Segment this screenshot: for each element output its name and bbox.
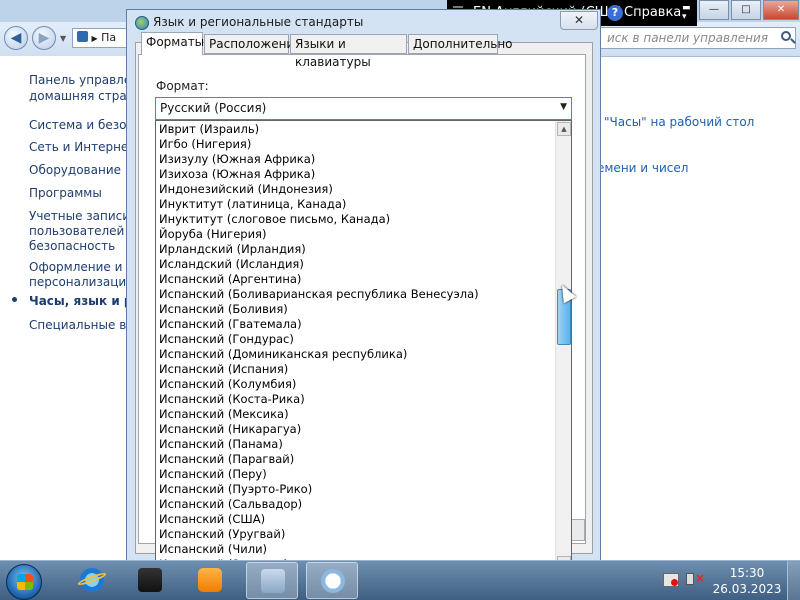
control-panel-icon — [77, 31, 88, 42]
dropdown-item[interactable]: Инуктитут (латиница, Канада) — [159, 197, 346, 212]
action-center-flag-icon[interactable] — [663, 573, 679, 587]
system-clock[interactable]: 15:30 26.03.2023 — [712, 565, 782, 597]
dropdown-item[interactable]: Инуктитут (слоговое письмо, Канада) — [159, 212, 390, 227]
sidebar-item-clock-language[interactable]: Часы, язык и ре — [29, 293, 141, 309]
dropdown-item[interactable]: Испанский (Перу) — [159, 467, 267, 482]
address-chevron-icon: ▶ — [91, 34, 98, 43]
back-button[interactable]: ◀ — [4, 26, 28, 50]
scroll-up-icon[interactable]: ▲ — [557, 122, 571, 136]
address-text: Па — [101, 31, 117, 44]
show-desktop-button[interactable] — [787, 561, 800, 600]
language-bar-menu-icon[interactable]: ▬ ▾ — [682, 4, 691, 22]
speaker-muted-icon[interactable] — [686, 571, 705, 585]
dialog-title: Язык и региональные стандарты — [153, 15, 364, 29]
minimize-button[interactable]: — — [699, 0, 729, 20]
search-input[interactable]: иск в панели управления — [600, 27, 796, 49]
sidebar-item-programs[interactable]: Программы — [29, 185, 102, 201]
media-player-icon — [198, 568, 222, 592]
format-dropdown-list[interactable]: Иврит (Израиль) Игбо (Нигерия) Изизулу (Юж… — [155, 120, 572, 572]
control-panel-sidebar: Панель управлен домашняя страни Система … — [0, 56, 143, 560]
dropdown-item[interactable]: Испанский (Боливия) — [159, 302, 288, 317]
tab-administrative[interactable]: Дополнительно — [408, 34, 513, 54]
tab-location[interactable]: Расположение — [204, 34, 302, 54]
taskbar-control-panel[interactable] — [246, 562, 298, 599]
search-placeholder: иск в панели управления — [607, 31, 768, 45]
sidebar-item-appearance[interactable]: Оформление и — [29, 259, 122, 275]
sidebar-item-system-security[interactable]: Система и безопа — [29, 117, 142, 133]
format-label: Формат: — [156, 79, 209, 93]
clock-date: 26.03.2023 — [712, 582, 782, 596]
change-date-time-format-link[interactable]: емени и чисел — [597, 161, 688, 175]
sidebar-item-home[interactable]: Панель управлен — [29, 72, 139, 88]
clock-time: 15:30 — [729, 566, 765, 580]
dropdown-item[interactable]: Испанский (Испания) — [159, 362, 288, 377]
dropdown-item[interactable]: Испанский (Мексика) — [159, 407, 289, 422]
dropdown-item[interactable]: Испанский (Уругвай) — [159, 527, 285, 542]
sidebar-item-user-accounts[interactable]: Учетные записи — [29, 208, 130, 224]
sidebar-item-network[interactable]: Сеть и Интернет — [29, 139, 135, 155]
search-icon[interactable] — [781, 31, 791, 41]
dropdown-item[interactable]: Изихоза (Южная Африка) — [159, 167, 315, 182]
tab-formats[interactable]: Форматы — [141, 32, 204, 55]
dropdown-scrollbar[interactable]: ▲ ▼ — [555, 121, 571, 571]
forward-button[interactable]: ▶ — [32, 26, 56, 50]
dropdown-item[interactable]: Йоруба (Нигерия) — [159, 227, 266, 242]
add-clock-gadget-link[interactable]: "Часы" на рабочий стол — [604, 115, 754, 129]
current-item-bullet-icon — [12, 297, 17, 302]
dropdown-item[interactable]: Исландский (Исландия) — [159, 257, 304, 272]
dropdown-item[interactable]: Испанский (Колумбия) — [159, 377, 296, 392]
clock-globe-icon — [321, 569, 345, 593]
internet-explorer-icon — [80, 568, 104, 592]
dropdown-item[interactable]: Игбо (Нигерия) — [159, 137, 251, 152]
tab-keyboards-languages[interactable]: Языки и клавиатуры — [290, 34, 407, 69]
dropdown-item[interactable]: Испанский (Аргентина) — [159, 272, 301, 287]
taskbar-media-film[interactable] — [124, 562, 176, 599]
format-selected-value: Русский (Россия) — [160, 101, 267, 115]
globe-icon — [135, 16, 149, 30]
dropdown-item[interactable]: Испанский (США) — [159, 512, 265, 527]
dropdown-item[interactable]: Испанский (Гватемала) — [159, 317, 302, 332]
sidebar-item-user-accounts-line3[interactable]: безопасность — [29, 238, 115, 254]
format-select[interactable]: Русский (Россия) ▼ — [155, 97, 572, 120]
dropdown-item[interactable]: Испанский (Никарагуа) — [159, 422, 301, 437]
sidebar-item-appearance-line2[interactable]: персонализация — [29, 274, 133, 290]
taskbar: 15:30 26.03.2023 — [0, 560, 800, 600]
chevron-down-icon[interactable]: ▼ — [560, 102, 567, 112]
taskbar-media-player[interactable] — [184, 562, 236, 599]
dropdown-item[interactable]: Испанский (Парагвай) — [159, 452, 294, 467]
dropdown-item[interactable]: Индонезийский (Индонезия) — [159, 182, 333, 197]
dropdown-item[interactable]: Испанский (Чили) — [159, 542, 267, 557]
dropdown-item[interactable]: Испанский (Доминиканская республика) — [159, 347, 407, 362]
dropdown-item[interactable]: Ирландский (Ирландия) — [159, 242, 306, 257]
dropdown-item[interactable]: Изизулу (Южная Африка) — [159, 152, 315, 167]
help-button[interactable]: Справка — [624, 5, 681, 20]
film-icon — [138, 568, 162, 592]
recent-pages-chevron-icon[interactable]: ▼ — [60, 34, 66, 43]
taskbar-ie[interactable] — [66, 562, 118, 599]
taskbar-region-dialog[interactable] — [306, 562, 358, 599]
dropdown-item[interactable]: Испанский (Гондурас) — [159, 332, 294, 347]
sidebar-item-user-accounts-line2[interactable]: пользователей и — [29, 223, 136, 239]
close-window-button[interactable]: ✕ — [763, 0, 799, 20]
address-bar[interactable]: ▶ Па — [72, 28, 128, 48]
maximize-button[interactable]: □ — [731, 0, 761, 20]
dropdown-item[interactable]: Испанский (Панама) — [159, 437, 283, 452]
dropdown-item[interactable]: Испанский (Пуэрто-Рико) — [159, 482, 312, 497]
help-icon[interactable]: ? — [607, 5, 623, 21]
dropdown-item[interactable]: Испанский (Боливарианская республика Вен… — [159, 287, 479, 302]
dropdown-item[interactable]: Испанский (Сальвадор) — [159, 497, 302, 512]
dropdown-item[interactable]: Иврит (Израиль) — [159, 122, 259, 137]
dropdown-item[interactable]: Испанский (Коста-Рика) — [159, 392, 305, 407]
sidebar-item-accessibility[interactable]: Специальные воз — [29, 317, 140, 333]
control-panel-icon — [261, 569, 285, 593]
start-button[interactable] — [6, 564, 42, 600]
dialog-close-button[interactable]: ✕ — [560, 11, 598, 30]
